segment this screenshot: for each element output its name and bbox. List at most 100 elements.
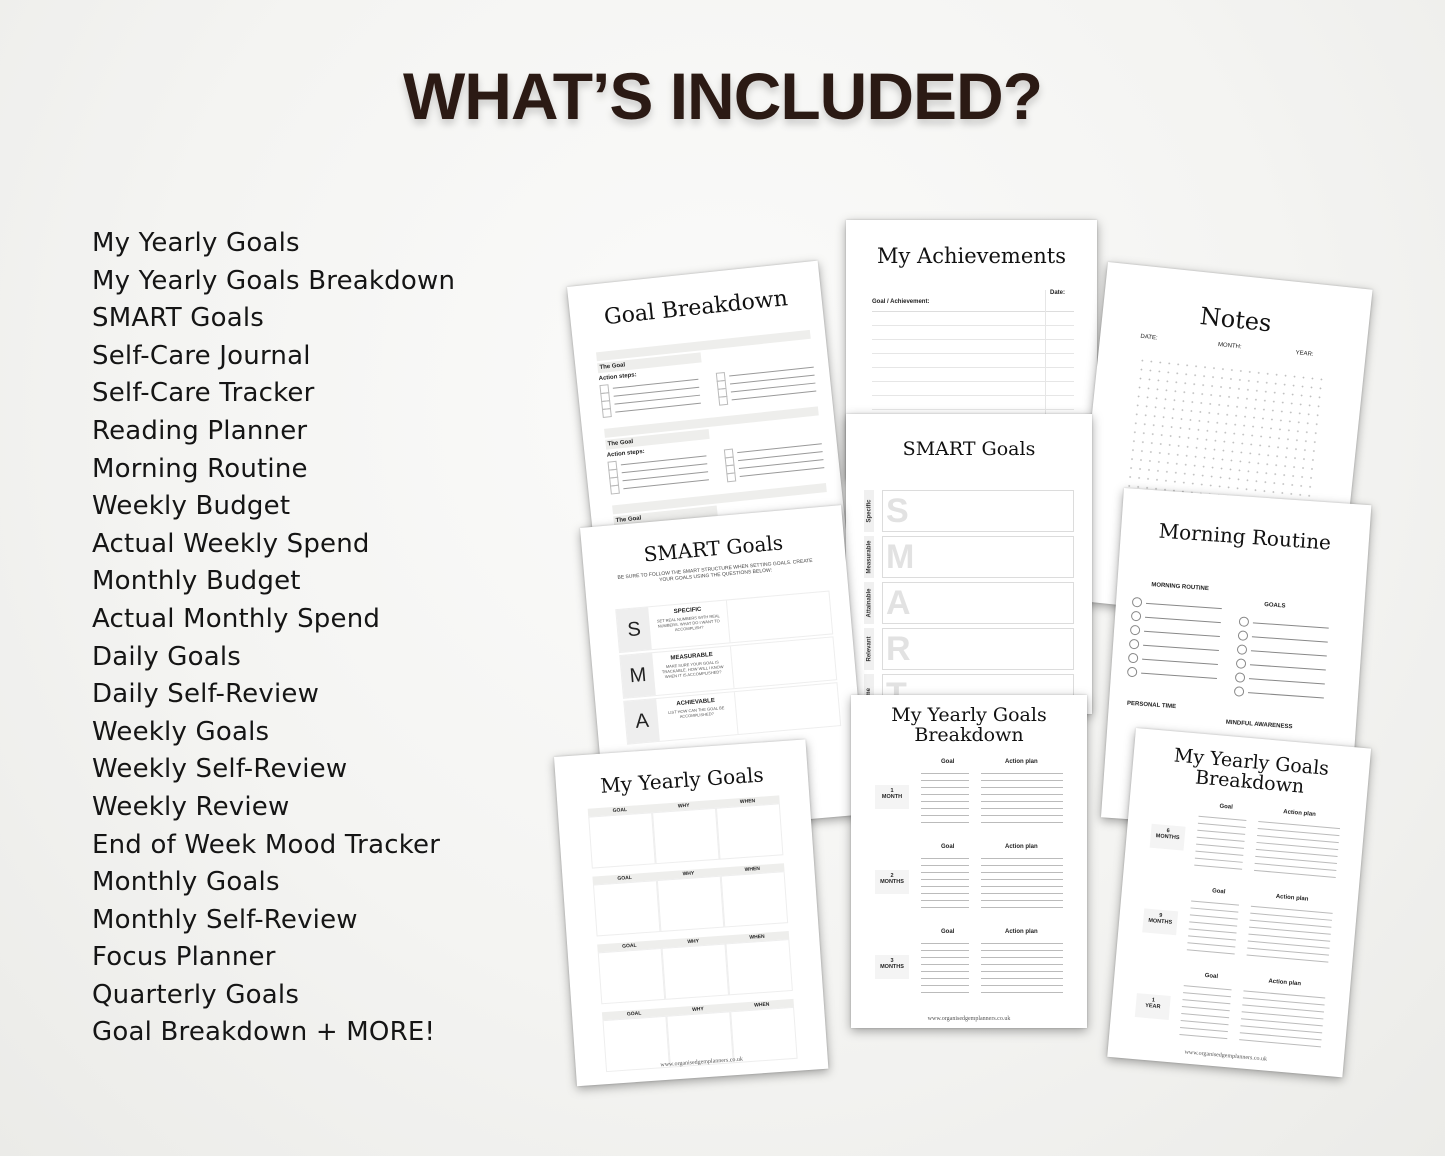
column-label: GOALS — [1263, 602, 1286, 610]
goal-label: Goal — [1211, 888, 1226, 896]
period-unit: MONTHS — [880, 964, 904, 970]
list-item: Weekly Budget — [92, 491, 291, 522]
page-title: My Yearly Goals — [599, 762, 765, 798]
list-item: Self-Care Journal — [92, 340, 311, 371]
circle-checkbox-icon — [1233, 686, 1245, 697]
column-label: Goal / Achievement: — [872, 299, 930, 305]
goal-cell — [592, 880, 661, 937]
goal-cell — [656, 875, 725, 932]
footer-url: www.organisedgemplanners.co.uk — [927, 1016, 1011, 1022]
list-item: Monthly Goals — [92, 867, 280, 898]
plan-label: Action plan — [1005, 929, 1038, 935]
smart-letter: M — [620, 653, 656, 698]
column-label: MORNING ROUTINE — [1151, 582, 1210, 593]
goal-blocks: GOAL WHY WHEN GOAL WHY WHEN GOAL WHY WHEN GOAL WHY… — [587, 795, 799, 1080]
list-item: Goal Breakdown + MORE! — [92, 1017, 436, 1048]
goal-label: Goal — [1219, 803, 1234, 811]
goal-cell — [725, 939, 793, 996]
period-blocks: Goal Action plan 6 MONTHS Goal Action plan 9 MO… — [1132, 798, 1349, 1069]
year-label: YEAR: — [1295, 350, 1314, 358]
list-item: Actual Weekly Spend — [92, 528, 370, 559]
list-item: Morning Routine — [92, 453, 308, 484]
circle-checkbox-icon — [1126, 666, 1138, 678]
smart-rows: S SPECIFIC SET REAL NUMBERS WITH REAL NUMB… — [615, 590, 842, 747]
list-item: My Yearly Goals Breakdown — [92, 265, 456, 296]
period-block: Goal Action plan 2 MONTHS — [875, 844, 1071, 929]
column-label: Date: — [1050, 290, 1066, 296]
smart-box: A — [882, 582, 1074, 624]
page-yearly-breakdown-a: My Yearly Goals Breakdown Goal Action pla… — [851, 695, 1087, 1028]
side-label: Specific — [864, 490, 874, 532]
date-label: DATE: — [1140, 333, 1158, 342]
list-item: SMART Goals — [92, 303, 264, 334]
period-blocks: Goal Action plan 1 MONTH Goal Action plan 2 MON… — [875, 759, 1071, 1014]
circle-checkbox-icon — [1236, 644, 1248, 655]
goal-cell — [715, 803, 784, 860]
goal-block: GOAL WHY WHEN — [592, 863, 789, 937]
circle-checkbox-icon — [1131, 596, 1143, 608]
period-badge: 6 MONTHS — [1149, 823, 1186, 851]
page-smart-goals-vertical: SMART Goals Specific S Measurable M Attainab… — [846, 414, 1092, 714]
checkbox-icon — [717, 395, 728, 406]
circle-checkbox-icon — [1130, 610, 1142, 622]
period-unit: MONTH — [881, 794, 903, 800]
plan-label: Action plan — [1282, 809, 1317, 818]
list-item: Weekly Review — [92, 791, 290, 822]
goal-cell — [588, 812, 656, 869]
list-item: Weekly Goals — [92, 716, 270, 747]
list-item: Reading Planner — [92, 415, 308, 446]
answer-box — [733, 683, 841, 735]
smart-row: Attainable A — [864, 582, 1074, 624]
section-label: MINDFUL AWARENESS — [1225, 719, 1293, 731]
goal-section: The GoalAction steps: — [595, 329, 817, 418]
goal-label: Goal — [941, 759, 955, 765]
smart-letter: A — [886, 584, 911, 622]
period-unit: MONTHS — [880, 879, 904, 885]
list-item: Focus Planner — [92, 942, 276, 973]
side-label: Measurable — [864, 536, 874, 578]
circle-checkbox-icon — [1238, 616, 1250, 628]
period-block: Goal Action plan 1 MONTH — [875, 759, 1071, 844]
side-label: Attainable — [864, 582, 874, 624]
headline: WHAT’S INCLUDED? — [402, 59, 1043, 133]
smart-letter: R — [886, 630, 911, 668]
list-item: Daily Self-Review — [92, 679, 320, 710]
page-title: My Yearly Goals Breakdown — [851, 705, 1087, 745]
checkbox-icon — [609, 484, 620, 495]
period-badge: 1 YEAR — [1134, 993, 1171, 1020]
goal-label: Goal — [941, 929, 955, 935]
period-badge: 3 MONTHS — [875, 955, 909, 979]
section-label: PERSONAL TIME — [1126, 700, 1177, 711]
plan-label: Action plan — [1005, 844, 1038, 850]
goal-block: GOAL WHY WHEN — [587, 795, 784, 869]
page-title: My Achievements — [876, 244, 1066, 268]
list-item: Weekly Self-Review — [92, 754, 348, 785]
page-yearly-goals: My Yearly Goals GOAL WHY WHEN GOAL WHY WHEN GO… — [554, 739, 829, 1087]
page-title: My Yearly Goals Breakdown — [1131, 742, 1370, 802]
smart-letter: S — [616, 607, 652, 652]
page-yearly-breakdown-b: My Yearly Goals Breakdown Goal Action pla… — [1107, 728, 1372, 1078]
included-list: My Yearly Goals My Yearly Goals Breakdow… — [92, 225, 455, 1052]
list-item: Daily Goals — [92, 641, 242, 672]
checkbox-icon — [601, 407, 612, 418]
goal-label: Goal — [1204, 972, 1219, 981]
goal-section: The GoalAction steps: — [604, 406, 825, 495]
side-label: Relevant — [864, 628, 874, 670]
circle-checkbox-icon — [1235, 658, 1247, 669]
goal-cell — [597, 947, 666, 1005]
list-item: Quarterly Goals — [92, 979, 300, 1010]
checkbox-icon — [725, 471, 736, 482]
smart-box: M — [882, 536, 1074, 578]
smart-row: Relevant R — [864, 628, 1074, 670]
circle-checkbox-icon — [1128, 638, 1140, 650]
smart-row: Specific S — [864, 490, 1074, 532]
smart-letter: M — [886, 538, 915, 576]
month-label: MONTH: — [1217, 341, 1242, 351]
goal-cell — [661, 943, 730, 1000]
circle-checkbox-icon — [1234, 672, 1246, 683]
answer-box — [725, 591, 833, 643]
circle-checkbox-icon — [1127, 652, 1139, 664]
list-item: Monthly Budget — [92, 566, 301, 597]
list-item: Self-Care Tracker — [92, 378, 315, 409]
smart-row: Measurable M — [864, 536, 1074, 578]
